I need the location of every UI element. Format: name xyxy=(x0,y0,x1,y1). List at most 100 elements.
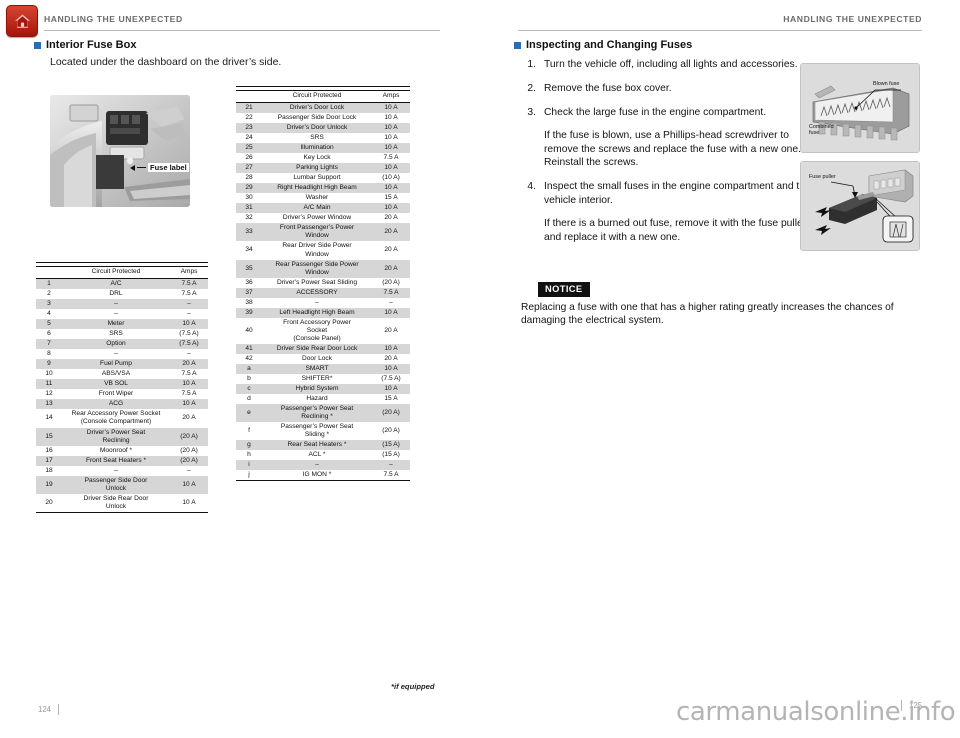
table-cell-amp: 7.5 A xyxy=(383,471,399,479)
intro-text: Located under the dashboard on the drive… xyxy=(50,56,282,68)
table-cell-amp: 20 A xyxy=(384,354,398,362)
table-cell-ckt: ACG xyxy=(108,400,124,408)
table-cell-ckt: – xyxy=(315,298,319,306)
table-cell-no: 25 xyxy=(245,144,253,152)
table-row: 4 – – xyxy=(36,309,208,320)
table-cell-no: a xyxy=(247,364,251,372)
notice-badge: NOTICE xyxy=(538,282,590,297)
table-cell-ckt: – xyxy=(114,300,118,308)
table-cell-ckt: Rear Accessory Power Socket (Console Comp… xyxy=(71,410,161,426)
table-cell-ckt: Passenger’s Power Seat Reclining * xyxy=(280,405,354,421)
section-bullet-icon-2 xyxy=(514,41,521,49)
table-cell-amp: 7.5 A xyxy=(181,370,197,378)
table-cell-ckt: – xyxy=(315,461,319,469)
table-cell-amp: 10 A xyxy=(384,134,398,142)
table-cell-no: 34 xyxy=(245,246,253,254)
table-cell-amp: (20 A) xyxy=(382,409,400,417)
table-cell-ckt: ACCESSORY xyxy=(296,288,338,296)
step-number: 4. xyxy=(527,181,536,193)
callout-arrow-icon xyxy=(130,164,135,171)
table-cell-ckt: Option xyxy=(106,340,126,348)
fuse-table-right-body: 21 Driver’s Door Lock 10 A 22 Passenger Side… xyxy=(236,102,410,481)
table-row: j IG MON * 7.5 A xyxy=(236,470,410,481)
col-header-circuit: Circuit Protected xyxy=(62,266,170,280)
table-cell-no: e xyxy=(247,409,251,417)
table-cell-amp: – xyxy=(187,310,191,318)
table-cell-amp: – xyxy=(187,300,191,308)
table-cell-amp: 10 A xyxy=(384,344,398,352)
section-heading-inspecting-fuses: Inspecting and Changing Fuses xyxy=(514,39,692,51)
table-cell-amp: 10 A xyxy=(182,380,196,388)
table-cell-ckt: Rear Seat Heaters * xyxy=(287,441,347,449)
step-paragraph: If the fuse is blown, use a Phillips-hea… xyxy=(544,129,801,169)
col-header-amps: Amps xyxy=(170,266,208,280)
table-cell-amp: – xyxy=(187,350,191,358)
table-row: 1 A/C 7.5 A xyxy=(36,278,208,290)
table-cell-no: 4 xyxy=(47,310,51,318)
table-cell-no: 39 xyxy=(245,308,253,316)
step-number: 3. xyxy=(527,106,536,118)
table-row: 3 – – xyxy=(36,299,208,310)
table-cell-amp: 10 A xyxy=(384,114,398,122)
table-cell-no: 23 xyxy=(245,124,253,132)
step-item: 4. Inspect the small fuses in the engine … xyxy=(522,180,812,245)
folio-left: 124 xyxy=(38,704,60,715)
table-row: 6 SRS (7.5 A) xyxy=(36,329,208,340)
table-cell-ckt: – xyxy=(114,466,118,474)
table-row: 37 ACCESSORY 7.5 A xyxy=(236,287,410,298)
fuse-table-left: Circuit Protected Amps 1 A/C 7.5 A 2 DRL 7.5 … xyxy=(36,262,208,516)
table-cell-no: 22 xyxy=(245,114,253,122)
table-cell-no: j xyxy=(248,471,250,479)
table-cell-amp: 7.5 A xyxy=(383,288,399,296)
step-paragraph: Turn the vehicle off, including all ligh… xyxy=(544,59,798,70)
table-cell-amp: 10 A xyxy=(384,104,398,112)
label-fuse-puller: Fuse puller xyxy=(809,174,836,180)
table-cell-no: g xyxy=(247,441,251,449)
table-cell-amp: 7.5 A xyxy=(181,290,197,298)
table-cell-ckt: Driver’s Door Unlock xyxy=(286,124,348,132)
table-cell-amp: (15 A) xyxy=(382,451,400,459)
section-heading-label: Interior Fuse Box xyxy=(46,39,137,51)
table-cell-ckt: Driver’s Power Seat Sliding xyxy=(276,278,357,286)
table-cell-ckt: Parking Lights xyxy=(296,164,338,172)
table-cell-no: 12 xyxy=(45,390,53,398)
table-row: 7 Option (7.5 A) xyxy=(36,339,208,350)
table-cell-ckt: Passenger’s Power Seat Sliding * xyxy=(280,423,354,439)
home-icon[interactable] xyxy=(6,5,38,37)
table-row: 34 Rear Driver Side Power Window 20 A xyxy=(236,241,410,260)
table-cell-no: 17 xyxy=(45,456,53,464)
step-paragraph: Remove the fuse box cover. xyxy=(544,82,672,94)
table-cell-no: 14 xyxy=(45,414,53,422)
callout-label: Fuse label xyxy=(148,163,189,172)
table-cell-amp: 20 A xyxy=(384,228,398,236)
table-row: c Hybrid System 10 A xyxy=(236,383,410,394)
table-cell-ckt: Driver’s Power Seat Reclining xyxy=(86,428,146,444)
table-cell-ckt: A/C Main xyxy=(303,204,331,212)
table-cell-no: c xyxy=(247,384,251,392)
table-cell-amp: 10 A xyxy=(384,164,398,172)
table-cell-ckt: – xyxy=(114,350,118,358)
table-cell-amp: – xyxy=(389,461,393,469)
table-cell-amp: 7.5 A xyxy=(181,390,197,398)
table-cell-ckt: Washer xyxy=(305,194,329,202)
table-row: 40 Front Accessory Power Socket (Console Pa… xyxy=(236,317,410,344)
table-cell-ckt: Lumbar Support xyxy=(293,174,341,182)
table-cell-no: 7 xyxy=(47,340,51,348)
folio-left-number: 124 xyxy=(38,705,52,714)
table-cell-no: h xyxy=(247,451,251,459)
table-cell-amp: 20 A xyxy=(384,264,398,272)
table-cell-no: 18 xyxy=(45,466,53,474)
table-row: 14 Rear Accessory Power Socket (Console Co… xyxy=(36,409,208,428)
table-cell-amp: (15 A) xyxy=(382,441,400,449)
table-cell-no: 2 xyxy=(47,290,51,298)
table-row: 39 Left Headlight High Beam 10 A xyxy=(236,307,410,318)
table-cell-ckt: Fuel Pump xyxy=(100,360,132,368)
step-item: 2. Remove the fuse box cover. xyxy=(522,82,812,96)
table-row: 21 Driver’s Door Lock 10 A xyxy=(236,102,410,114)
table-cell-amp: (20 A) xyxy=(180,446,198,454)
section-heading-interior-fuse-box: Interior Fuse Box xyxy=(34,39,136,51)
table-cell-amp: (20 A) xyxy=(382,278,400,286)
table-cell-ckt: Key Lock xyxy=(303,154,331,162)
table-cell-ckt: DRL xyxy=(109,290,123,298)
table-cell-no: 33 xyxy=(245,228,253,236)
